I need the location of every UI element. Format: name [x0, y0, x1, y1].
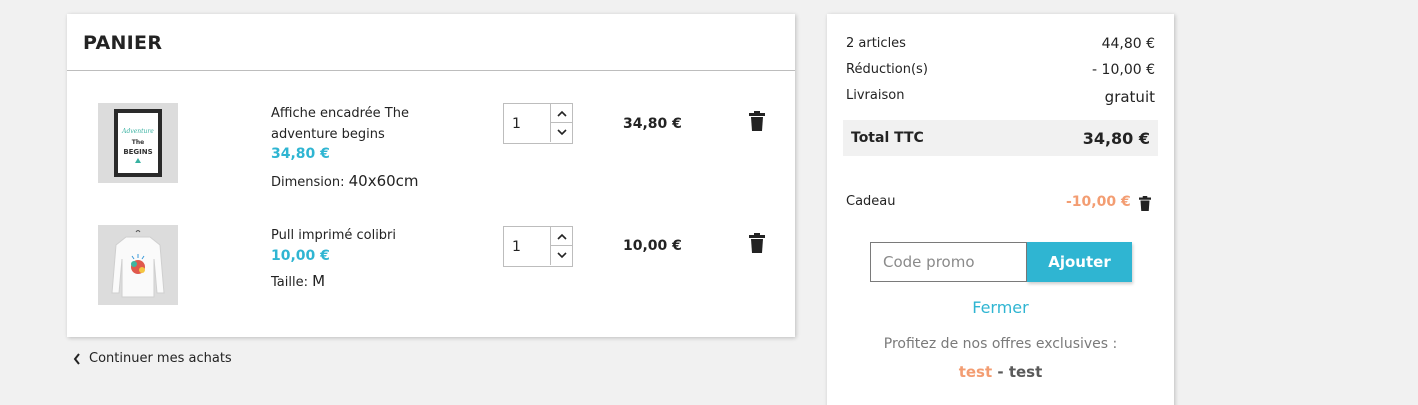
trash-icon[interactable] [749, 233, 765, 253]
product-name-line1[interactable]: Affiche encadrée The [271, 103, 409, 124]
chevron-left-icon [73, 352, 80, 365]
quantity-increase-button[interactable] [550, 227, 572, 246]
quantity-increase-button[interactable] [550, 104, 572, 123]
reduction-value: - 10,00 € [1092, 62, 1155, 78]
svg-text:Adventure: Adventure [121, 128, 154, 135]
product-image-sweater[interactable] [98, 225, 178, 305]
promo-code-form: Ajouter [870, 242, 1132, 282]
cart-line-item: Adventure The BEGINS Affiche encadrée Th… [67, 103, 795, 193]
attribute-value: M [312, 272, 326, 290]
cart-title: PANIER [83, 32, 163, 54]
svg-text:The: The [132, 139, 144, 146]
offer-separator: - [992, 363, 1009, 381]
cart-divider [67, 70, 795, 71]
product-price: 34,80 € [271, 146, 330, 162]
line-total: 34,80 € [623, 116, 682, 132]
summary-shipping-row: Livraison gratuit [846, 88, 1155, 106]
quantity-stepper[interactable] [503, 103, 573, 144]
chevron-up-icon [556, 233, 567, 240]
promo-code-input[interactable] [870, 242, 1027, 282]
quantity-stepper[interactable] [503, 226, 573, 267]
chevron-down-icon [556, 129, 567, 136]
trash-icon[interactable] [1139, 196, 1151, 211]
offer-code-row[interactable]: test - test [827, 363, 1174, 381]
offer-name: test [1008, 363, 1043, 381]
product-price: 10,00 € [271, 248, 330, 264]
voucher-value: -10,00 € [1066, 194, 1131, 210]
product-name-line2[interactable]: adventure begins [271, 124, 409, 145]
total-value: 34,80 € [1082, 128, 1150, 148]
trash-icon[interactable] [749, 111, 765, 131]
quantity-decrease-button[interactable] [550, 123, 572, 142]
continue-shopping-link[interactable]: Continuer mes achats [73, 351, 232, 366]
summary-articles-row: 2 articles 44,80 € [846, 36, 1155, 52]
cart-line-item: Pull imprimé colibri 10,00 € Taille: M 1… [67, 225, 795, 315]
product-attribute: Dimension: 40x60cm [271, 172, 419, 190]
attribute-label: Dimension: [271, 175, 345, 190]
offer-code[interactable]: test [959, 363, 992, 381]
articles-value: 44,80 € [1101, 36, 1155, 52]
shipping-label: Livraison [846, 88, 905, 103]
attribute-label: Taille: [271, 275, 308, 290]
line-total: 10,00 € [623, 238, 682, 254]
chevron-up-icon [556, 110, 567, 117]
reduction-label: Réduction(s) [846, 62, 928, 77]
quantity-input[interactable] [504, 227, 550, 266]
product-name[interactable]: Affiche encadrée The adventure begins [271, 103, 409, 145]
product-image-poster[interactable]: Adventure The BEGINS [98, 103, 178, 183]
summary-total-row: Total TTC 34,80 € [843, 120, 1158, 156]
product-name[interactable]: Pull imprimé colibri [271, 225, 396, 246]
shipping-value: gratuit [1104, 88, 1155, 106]
articles-label: 2 articles [846, 36, 906, 51]
product-attribute: Taille: M [271, 272, 325, 290]
summary-reduction-row: Réduction(s) - 10,00 € [846, 62, 1155, 78]
add-promo-button[interactable]: Ajouter [1027, 242, 1132, 282]
attribute-value: 40x60cm [348, 172, 419, 190]
cart-panel: PANIER Adventure The BEGINS Affiche enca… [67, 14, 795, 337]
cart-summary-panel: 2 articles 44,80 € Réduction(s) - 10,00 … [827, 14, 1174, 405]
continue-shopping-label[interactable]: Continuer mes achats [89, 351, 232, 366]
quantity-decrease-button[interactable] [550, 246, 572, 265]
offers-text: Profitez de nos offres exclusives : [883, 336, 1118, 352]
quantity-input[interactable] [504, 104, 550, 143]
total-label: Total TTC [851, 130, 924, 146]
close-promo-link[interactable]: Fermer [827, 298, 1174, 317]
svg-text:BEGINS: BEGINS [123, 148, 152, 156]
chevron-down-icon [556, 252, 567, 259]
